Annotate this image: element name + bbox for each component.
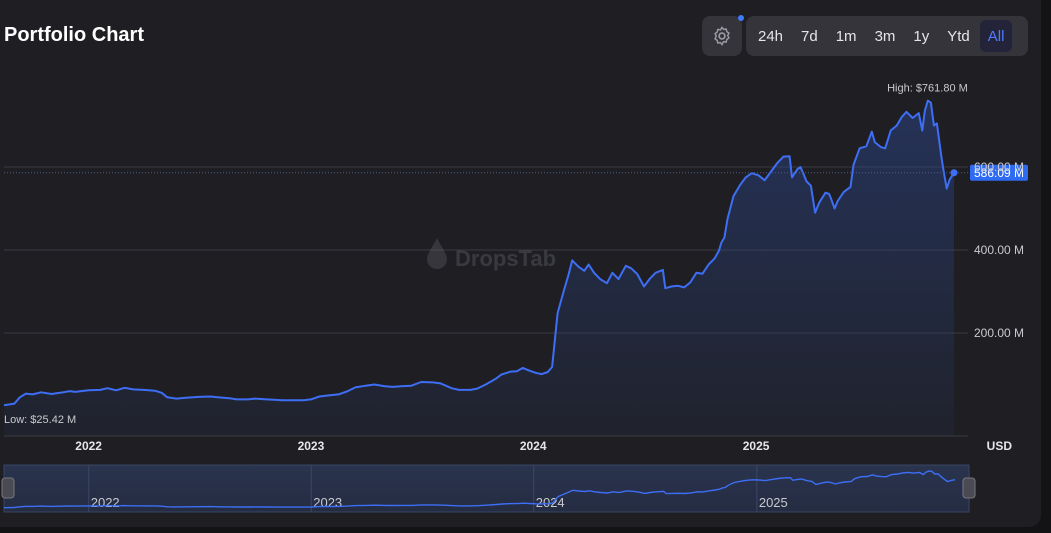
- watermark-text: DropsTab: [455, 246, 556, 271]
- x-tick-label: 2023: [298, 439, 325, 453]
- navigator-right-handle[interactable]: [962, 477, 976, 499]
- x-tick-label: 2025: [743, 439, 770, 453]
- watermark-logo-icon: [427, 238, 447, 269]
- navigator-year-label: 2025: [759, 495, 788, 510]
- navigator-year-label: 2023: [313, 495, 342, 510]
- x-tick-label: 2024: [520, 439, 547, 453]
- navigator-year-label: 2022: [91, 495, 120, 510]
- portfolio-area-chart: DropsTab 586.09 MHigh: $761.80 MLow: $25…: [1, 83, 1028, 513]
- y-tick-label: 200.00 M: [974, 326, 1024, 340]
- x-tick-label: 2022: [75, 439, 102, 453]
- navigator-year-label: 2024: [536, 495, 565, 510]
- y-tick-label: 400.00 M: [974, 243, 1024, 257]
- navigator-left-handle[interactable]: [1, 477, 15, 499]
- low-label: Low: $25.42 M: [4, 414, 76, 426]
- y-tick-label: 600.00 M: [974, 160, 1024, 174]
- currency-label: USD: [987, 439, 1013, 453]
- high-label: High: $761.80 M: [887, 83, 968, 95]
- current-value-marker: [950, 169, 958, 177]
